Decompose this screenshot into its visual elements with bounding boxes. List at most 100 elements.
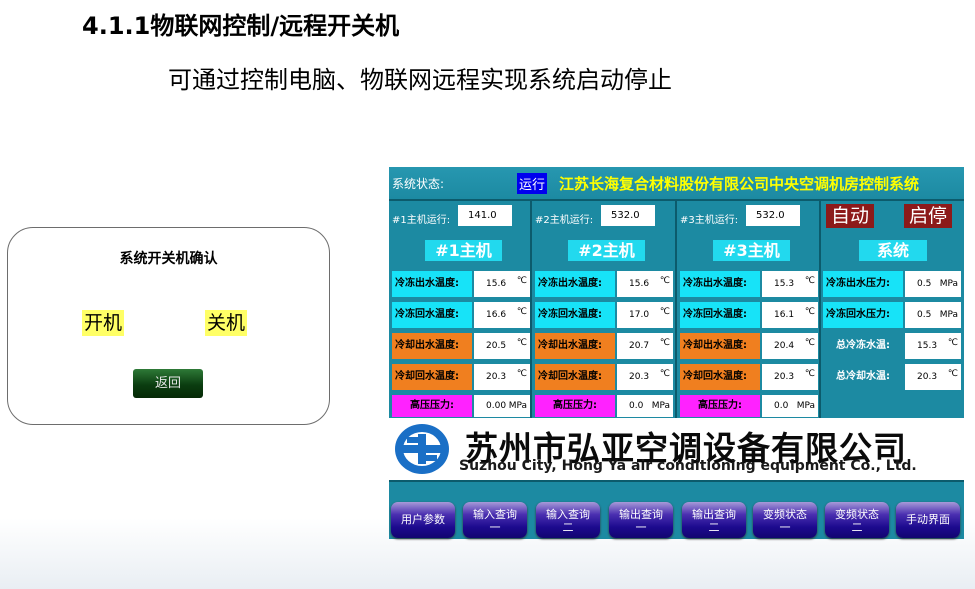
readout-value-box: 20.3 ℃ xyxy=(617,364,673,390)
readout-value-box: 0.00 MPa xyxy=(474,395,530,417)
nav-output-query-2-button[interactable]: 输出查询二 xyxy=(682,502,746,538)
readout-value: 15.6 xyxy=(486,279,507,289)
hmi-topbar: 系统状态: 运行 江苏长海复合材料股份有限公司中央空调机房控制系统 xyxy=(389,167,964,201)
readout-unit: ℃ xyxy=(804,276,815,286)
nav-manual-button[interactable]: 手动界面 xyxy=(896,502,960,538)
readout-value-box: 20.3 ℃ xyxy=(762,364,818,390)
readout-value: 16.6 xyxy=(486,310,507,320)
readout-unit: ℃ xyxy=(516,369,527,379)
readout-value-box: 20.5 ℃ xyxy=(474,333,530,359)
unit-run-value: 532.0 xyxy=(601,205,655,226)
nav-vfd-status-2-button[interactable]: 变频状态二 xyxy=(825,502,889,538)
readout-label: 冷却回水温度: xyxy=(680,364,760,390)
readout-value: 0.0 xyxy=(629,401,644,411)
readout-label: 冷冻出水压力: xyxy=(823,271,903,297)
unit-3-panel: #3主机运行: 532.0 #3主机 冷冻出水温度: 15.3 ℃ 冷冻回水温度: 1… xyxy=(677,201,821,419)
nav-output-query-1-button[interactable]: 输出查询一 xyxy=(609,502,673,538)
readout-label: 总冷却水温: xyxy=(836,371,890,382)
readout-label: 冷冻出水温度: xyxy=(680,271,760,297)
readout-value-box: 20.3 ℃ xyxy=(905,364,961,390)
readout-unit: ℃ xyxy=(947,369,958,379)
readout-label: 冷却回水温度: xyxy=(392,364,472,390)
back-button[interactable]: 返回 xyxy=(133,369,203,398)
readout-label: 冷却出水温度: xyxy=(680,333,760,359)
nav-button-label: 输入查询 xyxy=(546,508,590,521)
readout-value-box: 0.5 MPa xyxy=(905,271,961,297)
readout-value-box: 15.3 ℃ xyxy=(762,271,818,297)
nav-button-label: 手动界面 xyxy=(906,513,950,526)
readout-label: 冷却出水温度: xyxy=(392,333,472,359)
readout-label: 冷却出水温度: xyxy=(535,333,615,359)
page-title: 4.1.1物联网控制/远程开关机 xyxy=(82,12,400,40)
system-status-label: 系统状态: xyxy=(392,177,445,191)
system-status-badge: 运行 xyxy=(517,173,548,194)
nav-button-sublabel: 一 xyxy=(489,521,501,534)
system-title: 江苏长海复合材料股份有限公司中央空调机房控制系统 xyxy=(559,175,920,193)
power-on-button[interactable]: 开机 xyxy=(82,310,125,336)
power-confirm-dialog: 系统开关机确认 开机 关机 返回 xyxy=(7,227,330,425)
readout-value-box: 20.3 ℃ xyxy=(474,364,530,390)
readout-value-box: 0.5 MPa xyxy=(905,302,961,328)
nav-button-sublabel: 一 xyxy=(779,521,791,534)
readout-unit: ℃ xyxy=(516,276,527,286)
auto-button[interactable]: 自动 xyxy=(826,204,874,228)
readout-value: 20.3 xyxy=(629,372,650,382)
nav-button-sublabel: 二 xyxy=(562,521,574,534)
readout-label: 冷冻回水温度: xyxy=(680,302,760,328)
nav-input-query-2-button[interactable]: 输入查询二 xyxy=(536,502,600,538)
unit-heading: #1主机 xyxy=(425,240,502,261)
readout-value: 0.0 xyxy=(774,401,789,411)
readout-unit: MPa xyxy=(939,310,958,320)
readout-label: 冷冻出水温度: xyxy=(392,271,472,297)
readout-value-box: 15.6 ℃ xyxy=(474,271,530,297)
readout-value-box: 16.6 ℃ xyxy=(474,302,530,328)
unit-1-panel: #1主机运行: 141.0 #1主机 冷冻出水温度: 15.6 ℃ 冷冻回水温度: 1… xyxy=(389,201,532,419)
readout-value-box: 17.0 ℃ xyxy=(617,302,673,328)
readout-unit: ℃ xyxy=(659,369,670,379)
readout-value: 20.4 xyxy=(774,341,795,351)
nav-input-query-1-button[interactable]: 输入查询一 xyxy=(463,502,527,538)
readout-unit: MPa xyxy=(508,401,527,411)
readout-value: 0.5 xyxy=(917,310,932,320)
readout-label: 冷冻回水压力: xyxy=(823,302,903,328)
readout-value: 15.3 xyxy=(774,279,795,289)
hmi-panel: 系统状态: 运行 江苏长海复合材料股份有限公司中央空调机房控制系统 #1主机运行… xyxy=(389,167,964,539)
readout-value: 20.3 xyxy=(486,372,507,382)
readout-unit: ℃ xyxy=(947,338,958,348)
readout-unit: MPa xyxy=(651,401,670,411)
readout-unit: MPa xyxy=(796,401,815,411)
unit-run-label: #1主机运行: xyxy=(392,215,451,226)
nav-button-label: 变频状态 xyxy=(835,508,879,521)
nav-button-label: 输出查询 xyxy=(692,508,736,521)
readout-value-box: 0.0 MPa xyxy=(617,395,673,417)
readout-value: 15.6 xyxy=(629,279,650,289)
readout-value-box: 15.6 ℃ xyxy=(617,271,673,297)
readout-value: 15.3 xyxy=(917,341,938,351)
readout-label: 总冷冻水温: xyxy=(836,340,890,351)
readout-value-box: 0.0 MPa xyxy=(762,395,818,417)
readout-unit: ℃ xyxy=(804,369,815,379)
unit-heading: #2主机 xyxy=(568,240,645,261)
readout-value: 0.5 xyxy=(917,279,932,289)
start-stop-button[interactable]: 启停 xyxy=(904,204,952,228)
readout-label: 冷冻回水温度: xyxy=(392,302,472,328)
readout-unit: ℃ xyxy=(659,307,670,317)
company-name-en: Suzhou City, Hong Ya air conditioning eq… xyxy=(459,458,917,474)
readout-label: 高压压力: xyxy=(680,395,760,417)
readout-value-box: 15.3 ℃ xyxy=(905,333,961,359)
nav-button-sublabel: 二 xyxy=(708,521,720,534)
power-off-button[interactable]: 关机 xyxy=(205,310,248,336)
readout-label: 冷冻回水温度: xyxy=(535,302,615,328)
readout-unit: ℃ xyxy=(659,338,670,348)
nav-button-sublabel: 一 xyxy=(635,521,647,534)
readout-label: 高压压力: xyxy=(535,395,615,417)
readout-label: 冷冻出水温度: xyxy=(535,271,615,297)
nav-user-params-button[interactable]: 用户参数 xyxy=(391,502,455,538)
nav-vfd-status-1-button[interactable]: 变频状态一 xyxy=(753,502,817,538)
company-logo-icon xyxy=(395,424,449,474)
nav-button-label: 变频状态 xyxy=(763,508,807,521)
readout-value: 20.3 xyxy=(774,372,795,382)
readout-unit: ℃ xyxy=(804,338,815,348)
readout-value: 20.5 xyxy=(486,341,507,351)
readout-label: 高压压力: xyxy=(392,395,472,417)
